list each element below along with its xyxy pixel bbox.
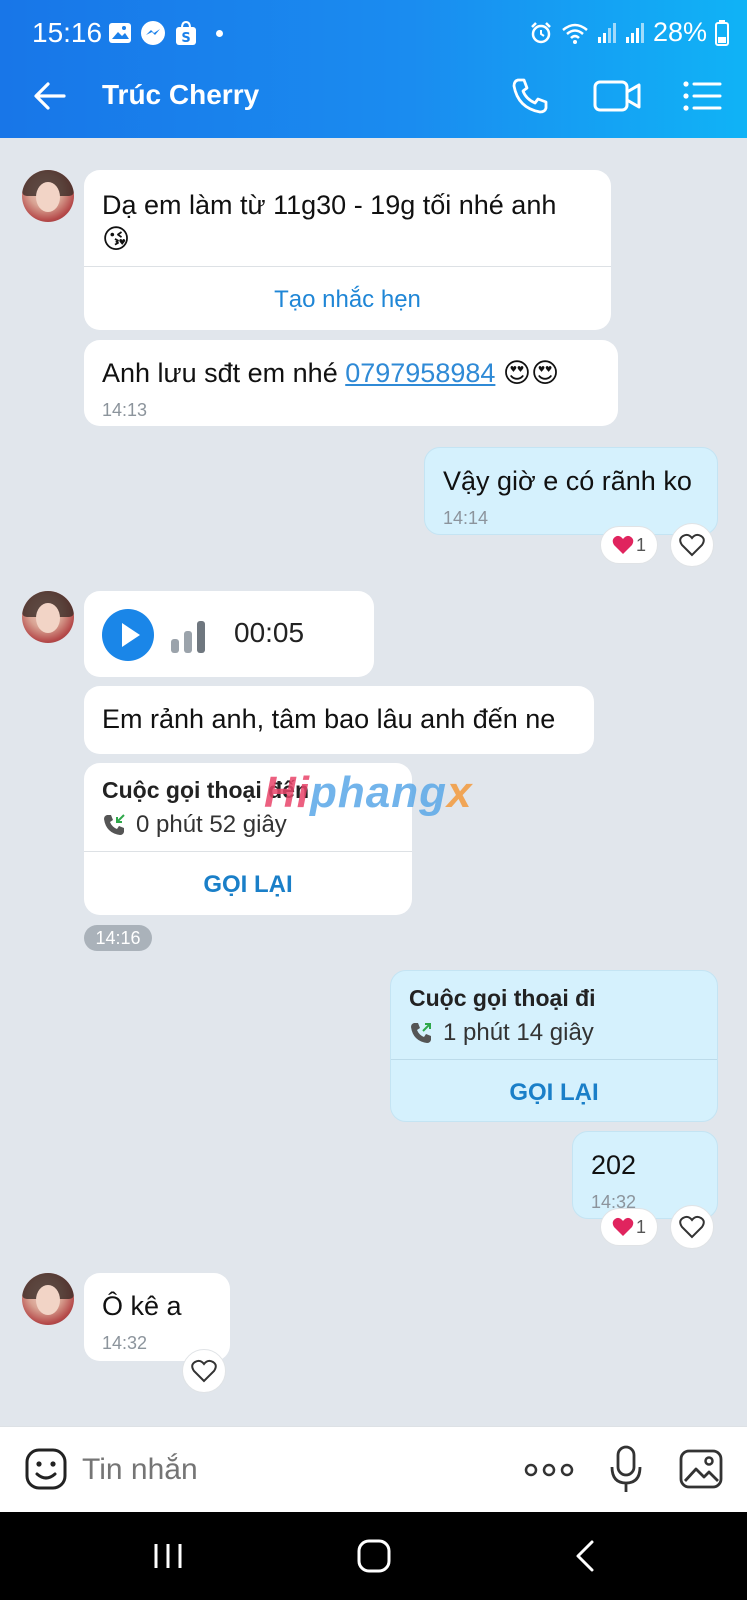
divider bbox=[84, 851, 412, 852]
back-icon[interactable] bbox=[572, 1538, 598, 1574]
message-input[interactable] bbox=[82, 1453, 442, 1487]
signal-icon-2 bbox=[625, 22, 644, 43]
divider bbox=[391, 1059, 717, 1060]
outgoing-call-icon bbox=[411, 1023, 431, 1043]
kiss-emoji: 😘 bbox=[102, 224, 131, 254]
message-text: Dạ em làm từ 11g30 - 19g tối nhé anh bbox=[102, 190, 557, 220]
phone-call-icon[interactable] bbox=[508, 74, 552, 118]
divider bbox=[84, 266, 611, 267]
reaction-summary[interactable]: 1 bbox=[600, 526, 658, 564]
recent-apps-icon[interactable] bbox=[152, 1540, 184, 1572]
reaction-summary[interactable]: 1 bbox=[600, 1208, 658, 1246]
alarm-icon bbox=[531, 21, 551, 43]
reaction-count: 1 bbox=[635, 1216, 646, 1237]
contact-name[interactable]: Trúc Cherry bbox=[102, 79, 259, 111]
incoming-message[interactable]: Dạ em làm từ 11g30 - 19g tối nhé anh 😘 T… bbox=[84, 170, 611, 330]
call-duration: 1 phút 14 giây bbox=[443, 1019, 594, 1046]
react-heart-button[interactable] bbox=[670, 523, 714, 567]
heart-eyes-emoji: 😍😍 bbox=[502, 358, 560, 388]
system-status: 28% bbox=[529, 17, 729, 48]
heart-outline-icon bbox=[679, 533, 705, 557]
waveform-icon bbox=[171, 621, 205, 653]
message-time: 14:14 bbox=[443, 508, 489, 528]
heart-icon bbox=[612, 535, 634, 554]
heart-outline-icon bbox=[679, 1215, 705, 1239]
call-back-button[interactable]: GỌI LẠI bbox=[391, 1079, 717, 1107]
phone-number-link[interactable]: 0797958984 bbox=[345, 358, 495, 388]
wifi-icon bbox=[562, 23, 588, 44]
battery-percent: 28% bbox=[652, 17, 707, 47]
outgoing-call-card[interactable]: Cuộc gọi thoại đi 1 phút 14 giây GỌI LẠI bbox=[390, 970, 718, 1122]
contact-avatar[interactable] bbox=[22, 591, 74, 643]
more-options-icon[interactable] bbox=[524, 1459, 574, 1481]
call-back-button[interactable]: GỌI LẠI bbox=[84, 871, 412, 899]
battery-icon bbox=[715, 19, 729, 46]
svg-text:S: S bbox=[181, 31, 190, 46]
more-notifications-dot bbox=[216, 29, 223, 37]
message-text: Em rảnh anh, tâm bao lâu anh đến ne bbox=[102, 704, 556, 734]
message-time: 14:32 bbox=[102, 1333, 148, 1353]
call-title: Cuộc gọi thoại đi bbox=[409, 985, 596, 1011]
play-icon[interactable] bbox=[102, 609, 154, 661]
message-text: Vậy giờ e có rãnh ko bbox=[443, 466, 692, 496]
time-chip: 14:16 bbox=[84, 925, 152, 951]
message-time: 14:13 bbox=[102, 400, 148, 420]
status-time: 15:16 bbox=[32, 17, 103, 48]
message-composer bbox=[0, 1426, 747, 1512]
microphone-icon[interactable] bbox=[608, 1445, 644, 1495]
incoming-message[interactable]: Anh lưu sđt em nhé 0797958984 😍😍 14:13 bbox=[84, 340, 618, 426]
incoming-message[interactable]: Em rảnh anh, tâm bao lâu anh đến ne bbox=[84, 686, 594, 754]
voice-message[interactable]: 00:05 bbox=[84, 591, 374, 677]
image-gallery-icon[interactable] bbox=[678, 1447, 724, 1491]
shopee-icon: S bbox=[176, 20, 196, 46]
outgoing-message[interactable]: Vậy giờ e có rãnh ko 14:14 bbox=[424, 447, 718, 535]
watermark-logo: Hiphangx bbox=[264, 768, 473, 817]
reaction-count: 1 bbox=[635, 534, 646, 555]
messenger-icon bbox=[141, 21, 165, 45]
voice-duration: 00:05 bbox=[234, 617, 305, 648]
gallery-icon bbox=[109, 23, 131, 43]
signal-icon bbox=[597, 22, 616, 43]
sticker-emoji-icon[interactable] bbox=[24, 1447, 68, 1491]
system-nav-bar bbox=[0, 1512, 747, 1600]
react-heart-button[interactable] bbox=[670, 1205, 714, 1249]
contact-avatar[interactable] bbox=[22, 170, 74, 222]
home-icon[interactable] bbox=[356, 1538, 392, 1574]
chat-app-bar: Trúc Cherry bbox=[0, 52, 747, 138]
video-call-icon[interactable] bbox=[592, 76, 642, 116]
contact-avatar[interactable] bbox=[22, 1273, 74, 1325]
back-arrow-icon[interactable] bbox=[28, 74, 72, 118]
create-reminder-button[interactable]: Tạo nhắc hẹn bbox=[84, 286, 611, 314]
message-text: Ô kê a bbox=[102, 1291, 182, 1321]
menu-list-icon[interactable] bbox=[682, 76, 722, 116]
notification-icons: S bbox=[108, 20, 223, 46]
message-text: 202 bbox=[591, 1150, 637, 1180]
message-text: Anh lưu sđt em nhé bbox=[102, 358, 346, 388]
heart-outline-icon bbox=[191, 1359, 217, 1383]
incoming-call-icon bbox=[104, 814, 125, 835]
react-heart-button[interactable] bbox=[182, 1349, 226, 1393]
heart-icon bbox=[612, 1217, 634, 1236]
incoming-message[interactable]: Ô kê a 14:32 bbox=[84, 1273, 230, 1361]
